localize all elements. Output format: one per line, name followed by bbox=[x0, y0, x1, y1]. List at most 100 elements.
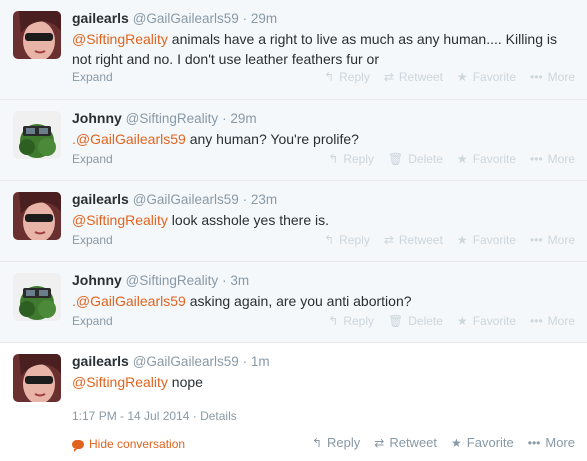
tweet-time[interactable]: 3m bbox=[230, 273, 249, 288]
more-button[interactable]: ••• More bbox=[530, 152, 575, 166]
more-button[interactable]: ••• More bbox=[530, 70, 575, 84]
retweet-button[interactable]: ⇄ Retweet bbox=[384, 70, 443, 84]
conversation-icon bbox=[72, 439, 84, 452]
author-name[interactable]: gailearls bbox=[72, 10, 129, 26]
tweet-actions: ↰ Reply ⇄ Retweet ★ Favorite ••• More bbox=[312, 435, 575, 450]
mention-link[interactable]: @SiftingReality bbox=[72, 212, 168, 228]
avatar-gailearls[interactable] bbox=[13, 354, 61, 402]
expand-link[interactable]: Expand bbox=[72, 314, 113, 328]
reply-icon: ↰ bbox=[311, 435, 323, 450]
tweet-text-line1: look asshole yes there is. bbox=[167, 212, 330, 228]
mention-link[interactable]: @SiftingReality bbox=[72, 374, 168, 390]
avatar-johnny[interactable] bbox=[13, 111, 61, 159]
retweet-button[interactable]: ⇄ Retweet bbox=[374, 435, 437, 450]
more-icon: ••• bbox=[530, 152, 543, 166]
more-button[interactable]: ••• More bbox=[530, 314, 575, 328]
tweet-time[interactable]: 29m bbox=[251, 11, 277, 26]
trash-icon: 🗑 bbox=[388, 314, 404, 328]
favorite-button[interactable]: ★ Favorite bbox=[457, 70, 516, 84]
author-name[interactable]: Johnny bbox=[72, 272, 122, 288]
tweet-3[interactable]: gailearls @GailGailearls59 · 23m @Siftin… bbox=[0, 181, 587, 262]
tweet-actions: ↰ Reply ⇄ Retweet ★ Favorite ••• More bbox=[324, 233, 575, 247]
avatar-image bbox=[13, 192, 61, 240]
avatar-image bbox=[13, 354, 61, 402]
tweet-text: @SiftingReality nope bbox=[72, 372, 572, 392]
reply-icon: ↰ bbox=[324, 233, 335, 247]
more-icon: ••• bbox=[530, 70, 543, 84]
tweet-time[interactable]: 23m bbox=[251, 192, 277, 207]
avatar-gailearls[interactable] bbox=[13, 11, 61, 59]
more-icon: ••• bbox=[530, 314, 543, 328]
author-handle[interactable]: @SiftingReality bbox=[126, 111, 219, 126]
tweet-text-line2: not right and no. I don't use leather fe… bbox=[72, 51, 379, 67]
tweet-time[interactable]: 29m bbox=[230, 111, 256, 126]
reply-button[interactable]: ↰ Reply bbox=[324, 233, 370, 247]
author-handle[interactable]: @SiftingReality bbox=[126, 273, 219, 288]
reply-icon: ↰ bbox=[324, 70, 335, 84]
tweet-text: @SiftingReality look asshole yes there i… bbox=[72, 210, 572, 230]
reply-button[interactable]: ↰ Reply bbox=[328, 152, 374, 166]
mention-link[interactable]: @GailGailearls59 bbox=[76, 131, 186, 147]
tweet-text-line1: any human? You're prolife? bbox=[185, 131, 359, 147]
star-icon: ★ bbox=[451, 435, 462, 450]
more-icon: ••• bbox=[527, 435, 541, 450]
avatar-gailearls[interactable] bbox=[13, 192, 61, 240]
tweet-time[interactable]: 1m bbox=[251, 354, 270, 369]
star-icon: ★ bbox=[456, 233, 468, 247]
details-link[interactable]: Details bbox=[200, 409, 237, 423]
more-button[interactable]: ••• More bbox=[528, 435, 575, 450]
reply-button[interactable]: ↰ Reply bbox=[312, 435, 360, 450]
more-icon: ••• bbox=[530, 233, 543, 247]
reply-button[interactable]: ↰ Reply bbox=[328, 314, 374, 328]
tweet-actions: ↰ Reply 🗑 Delete ★ Favorite ••• More bbox=[328, 314, 575, 328]
tweet-text: .@GailGailearls59 any human? You're prol… bbox=[72, 129, 572, 149]
expand-link[interactable]: Expand bbox=[72, 70, 113, 84]
hide-conversation-link[interactable]: Hide conversation bbox=[72, 437, 186, 452]
tweet-text: .@GailGailearls59 asking again, are you … bbox=[72, 291, 572, 311]
tweet-text-line1: animals have a right to live as much as … bbox=[167, 31, 557, 47]
hide-conversation-label: Hide conversation bbox=[89, 437, 186, 451]
delete-button[interactable]: 🗑 Delete bbox=[388, 152, 443, 166]
tweet-1[interactable]: gailearls @GailGailearls59 · 29m @Siftin… bbox=[0, 0, 587, 100]
retweet-button[interactable]: ⇄ Retweet bbox=[384, 233, 443, 247]
tweet-5-main[interactable]: gailearls @GailGailearls59 · 1m @Sifting… bbox=[0, 343, 587, 461]
reply-button[interactable]: ↰ Reply bbox=[324, 70, 370, 84]
favorite-button[interactable]: ★ Favorite bbox=[457, 152, 516, 166]
tweet-actions: ↰ Reply ⇄ Retweet ★ Favorite ••• More bbox=[324, 70, 575, 84]
avatar-image bbox=[13, 11, 61, 59]
author-name[interactable]: gailearls bbox=[72, 353, 129, 369]
tweet-text-line1: asking again, are you anti abortion? bbox=[185, 293, 412, 309]
author-handle[interactable]: @GailGailearls59 bbox=[133, 11, 239, 26]
tweet-4[interactable]: Johnny @SiftingReality · 3m .@GailGailea… bbox=[0, 262, 587, 343]
avatar-image bbox=[13, 111, 61, 159]
expand-link[interactable]: Expand bbox=[72, 152, 113, 166]
reply-icon: ↰ bbox=[328, 152, 339, 166]
retweet-icon: ⇄ bbox=[383, 233, 394, 247]
timestamp-text[interactable]: 1:17 PM - 14 Jul 2014 bbox=[72, 409, 189, 423]
star-icon: ★ bbox=[456, 314, 468, 328]
delete-button[interactable]: 🗑 Delete bbox=[388, 314, 443, 328]
tweet-text: @SiftingReality animals have a right to … bbox=[72, 29, 572, 69]
expand-link[interactable]: Expand bbox=[72, 233, 113, 247]
retweet-icon: ⇄ bbox=[374, 435, 385, 450]
author-handle[interactable]: @GailGailearls59 bbox=[133, 354, 239, 369]
retweet-icon: ⇄ bbox=[383, 70, 394, 84]
avatar-image bbox=[13, 273, 61, 321]
trash-icon: 🗑 bbox=[388, 152, 404, 166]
avatar-johnny[interactable] bbox=[13, 273, 61, 321]
author-name[interactable]: Johnny bbox=[72, 110, 122, 126]
author-handle[interactable]: @GailGailearls59 bbox=[133, 192, 239, 207]
tweet-2[interactable]: Johnny @SiftingReality · 29m .@GailGaile… bbox=[0, 100, 587, 181]
star-icon: ★ bbox=[456, 152, 468, 166]
author-name[interactable]: gailearls bbox=[72, 191, 129, 207]
reply-icon: ↰ bbox=[328, 314, 339, 328]
tweet-timestamp: 1:17 PM - 14 Jul 2014 · Details bbox=[72, 409, 237, 423]
tweet-actions: ↰ Reply 🗑 Delete ★ Favorite ••• More bbox=[328, 152, 575, 166]
favorite-button[interactable]: ★ Favorite bbox=[457, 314, 516, 328]
tweet-text-line1: nope bbox=[167, 374, 203, 390]
more-button[interactable]: ••• More bbox=[530, 233, 575, 247]
mention-link[interactable]: @GailGailearls59 bbox=[76, 293, 186, 309]
mention-link[interactable]: @SiftingReality bbox=[72, 31, 168, 47]
favorite-button[interactable]: ★ Favorite bbox=[451, 435, 514, 450]
favorite-button[interactable]: ★ Favorite bbox=[457, 233, 516, 247]
